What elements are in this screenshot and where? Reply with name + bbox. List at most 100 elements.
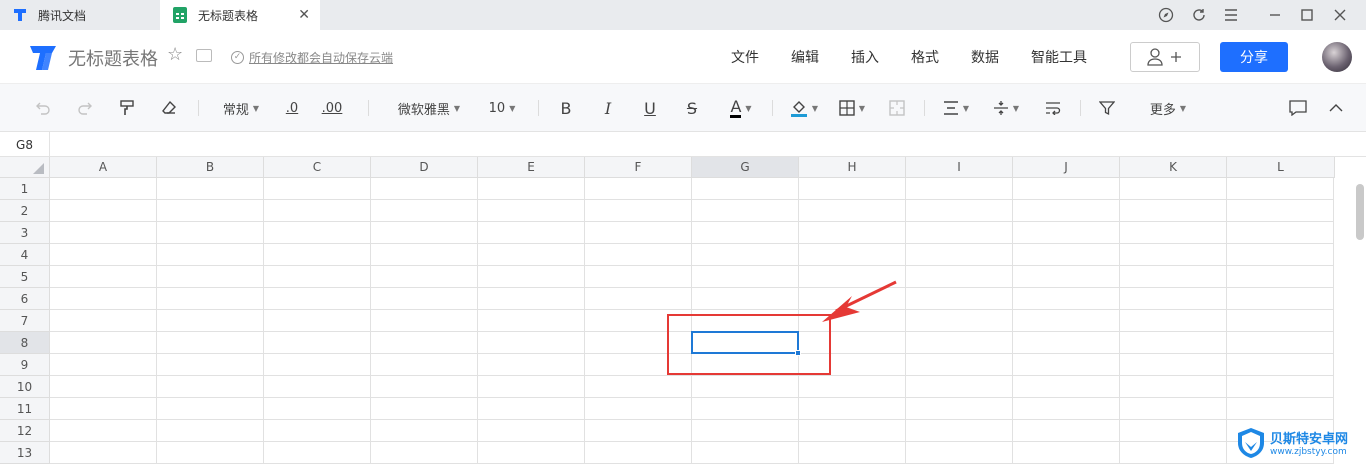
row-header-6[interactable]: 6 bbox=[0, 288, 50, 310]
borders-button[interactable]: ▼ bbox=[836, 98, 868, 118]
maximize-icon[interactable] bbox=[1290, 0, 1324, 30]
divider bbox=[198, 100, 199, 116]
divider bbox=[772, 100, 773, 116]
column-header-l[interactable]: L bbox=[1227, 157, 1335, 178]
filter-icon[interactable] bbox=[1098, 98, 1116, 118]
more-label: 更多 bbox=[1149, 102, 1176, 118]
formula-bar: G8 bbox=[0, 132, 1366, 157]
refresh-icon[interactable] bbox=[1182, 0, 1216, 30]
row-header-2[interactable]: 2 bbox=[0, 200, 50, 222]
increase-decimal-button[interactable]: .00 bbox=[320, 98, 344, 118]
paint-bucket-icon bbox=[790, 101, 807, 117]
borders-icon bbox=[839, 100, 855, 116]
row-header-7[interactable]: 7 bbox=[0, 310, 50, 332]
menu-data[interactable]: 数据 bbox=[971, 47, 999, 67]
column-header-c[interactable]: C bbox=[264, 157, 371, 178]
menu-format[interactable]: 格式 bbox=[911, 47, 939, 67]
column-header-i[interactable]: I bbox=[906, 157, 1013, 178]
redo-icon[interactable] bbox=[76, 98, 94, 118]
column-header-g[interactable]: G bbox=[692, 157, 799, 178]
formatting-toolbar: 常规 ▼ .0 .00 微软雅黑 ▼ 10 ▼ B I U S A ▼ ▼ ▼ ▼ ▼ … bbox=[0, 84, 1366, 132]
compass-icon[interactable] bbox=[1149, 0, 1183, 30]
font-family-select[interactable]: 微软雅黑 ▼ bbox=[392, 98, 466, 118]
row-header-9[interactable]: 9 bbox=[0, 354, 50, 376]
decrease-decimal-button[interactable]: .0 bbox=[282, 98, 302, 118]
spreadsheet-grid: ABCDEFGHIJKL 1 2 3 4 5 6 7 8 9 10 11 12 13 bbox=[0, 157, 1366, 464]
row-header-13[interactable]: 13 bbox=[0, 442, 50, 464]
menu-smart-tools[interactable]: 智能工具 bbox=[1031, 47, 1087, 67]
add-collaborator-button[interactable] bbox=[1130, 42, 1200, 72]
fill-color-button[interactable]: ▼ bbox=[786, 98, 822, 118]
menu-insert[interactable]: 插入 bbox=[851, 47, 879, 67]
font-color-label: A bbox=[730, 96, 742, 118]
column-header-f[interactable]: F bbox=[585, 157, 692, 178]
italic-button[interactable]: I bbox=[600, 98, 616, 118]
shield-logo-icon bbox=[1238, 427, 1264, 458]
format-painter-icon[interactable] bbox=[118, 98, 136, 118]
menu-file[interactable]: 文件 bbox=[731, 47, 759, 67]
row-header-4[interactable]: 4 bbox=[0, 244, 50, 266]
column-header-a[interactable]: A bbox=[50, 157, 157, 178]
row-header-1[interactable]: 1 bbox=[0, 178, 50, 200]
watermark-url: www.zjbstyy.com bbox=[1270, 447, 1347, 457]
vertical-align-icon bbox=[993, 101, 1008, 115]
title-bar: 腾讯文档 无标题表格 ✕ bbox=[0, 0, 1366, 30]
row-header-11[interactable]: 11 bbox=[0, 398, 50, 420]
row-header-12[interactable]: 12 bbox=[0, 420, 50, 442]
merge-cells-icon[interactable] bbox=[888, 98, 906, 118]
cell-reference-box[interactable]: G8 bbox=[0, 132, 50, 157]
scrollbar-thumb[interactable] bbox=[1356, 184, 1364, 240]
tencent-docs-logo[interactable] bbox=[28, 44, 58, 72]
divider bbox=[538, 100, 539, 116]
save-status-text: 所有修改都会自动保存云端 bbox=[249, 51, 394, 65]
tab-tencent-docs[interactable]: 腾讯文档 bbox=[0, 0, 160, 30]
wrap-text-icon[interactable] bbox=[1044, 98, 1062, 118]
check-circle-icon: ✓ bbox=[231, 51, 244, 64]
font-size-select[interactable]: 10 ▼ bbox=[486, 98, 518, 118]
divider bbox=[1080, 100, 1081, 116]
column-header-e[interactable]: E bbox=[478, 157, 585, 178]
tencent-docs-icon bbox=[12, 7, 28, 23]
horizontal-align-button[interactable]: ▼ bbox=[940, 98, 972, 118]
bold-button[interactable]: B bbox=[558, 98, 574, 118]
comment-icon[interactable] bbox=[1288, 98, 1308, 118]
tab-label: 无标题表格 bbox=[198, 8, 259, 23]
row-header-3[interactable]: 3 bbox=[0, 222, 50, 244]
row-header-8[interactable]: 8 bbox=[0, 332, 50, 354]
font-size-label: 10 bbox=[488, 100, 506, 116]
row-header-10[interactable]: 10 bbox=[0, 376, 50, 398]
clear-format-icon[interactable] bbox=[160, 98, 178, 118]
star-icon[interactable]: ☆ bbox=[167, 44, 183, 65]
tab-untitled-sheet[interactable]: 无标题表格 ✕ bbox=[160, 0, 320, 30]
more-button[interactable]: 更多 ▼ bbox=[1146, 98, 1190, 118]
close-tab-icon[interactable]: ✕ bbox=[298, 8, 310, 22]
add-user-icon bbox=[1147, 48, 1181, 66]
row-header-5[interactable]: 5 bbox=[0, 266, 50, 288]
divider bbox=[368, 100, 369, 116]
number-format-select[interactable]: 常规 ▼ bbox=[220, 98, 262, 118]
close-window-icon[interactable] bbox=[1323, 0, 1357, 30]
collapse-toolbar-icon[interactable] bbox=[1326, 98, 1346, 118]
menu-icon[interactable] bbox=[1214, 0, 1248, 30]
document-title[interactable]: 无标题表格 bbox=[68, 45, 158, 71]
align-center-icon bbox=[943, 101, 958, 115]
avatar[interactable] bbox=[1322, 42, 1352, 72]
underline-button[interactable]: U bbox=[642, 98, 658, 118]
column-header-k[interactable]: K bbox=[1120, 157, 1227, 178]
column-header-b[interactable]: B bbox=[157, 157, 264, 178]
tab-label: 腾讯文档 bbox=[38, 8, 87, 23]
column-header-d[interactable]: D bbox=[371, 157, 478, 178]
vertical-align-button[interactable]: ▼ bbox=[990, 98, 1022, 118]
menu-edit[interactable]: 编辑 bbox=[791, 47, 819, 67]
undo-icon[interactable] bbox=[34, 98, 52, 118]
minimize-icon[interactable] bbox=[1258, 0, 1292, 30]
share-button[interactable]: 分享 bbox=[1220, 42, 1288, 72]
select-all-corner[interactable] bbox=[0, 157, 50, 178]
sheet-icon bbox=[172, 7, 188, 23]
folder-icon[interactable] bbox=[196, 49, 212, 62]
column-header-h[interactable]: H bbox=[799, 157, 906, 178]
strikethrough-button[interactable]: S bbox=[684, 98, 700, 118]
number-format-label: 常规 bbox=[222, 102, 249, 118]
font-color-button[interactable]: A ▼ bbox=[724, 98, 758, 118]
column-header-j[interactable]: J bbox=[1013, 157, 1120, 178]
